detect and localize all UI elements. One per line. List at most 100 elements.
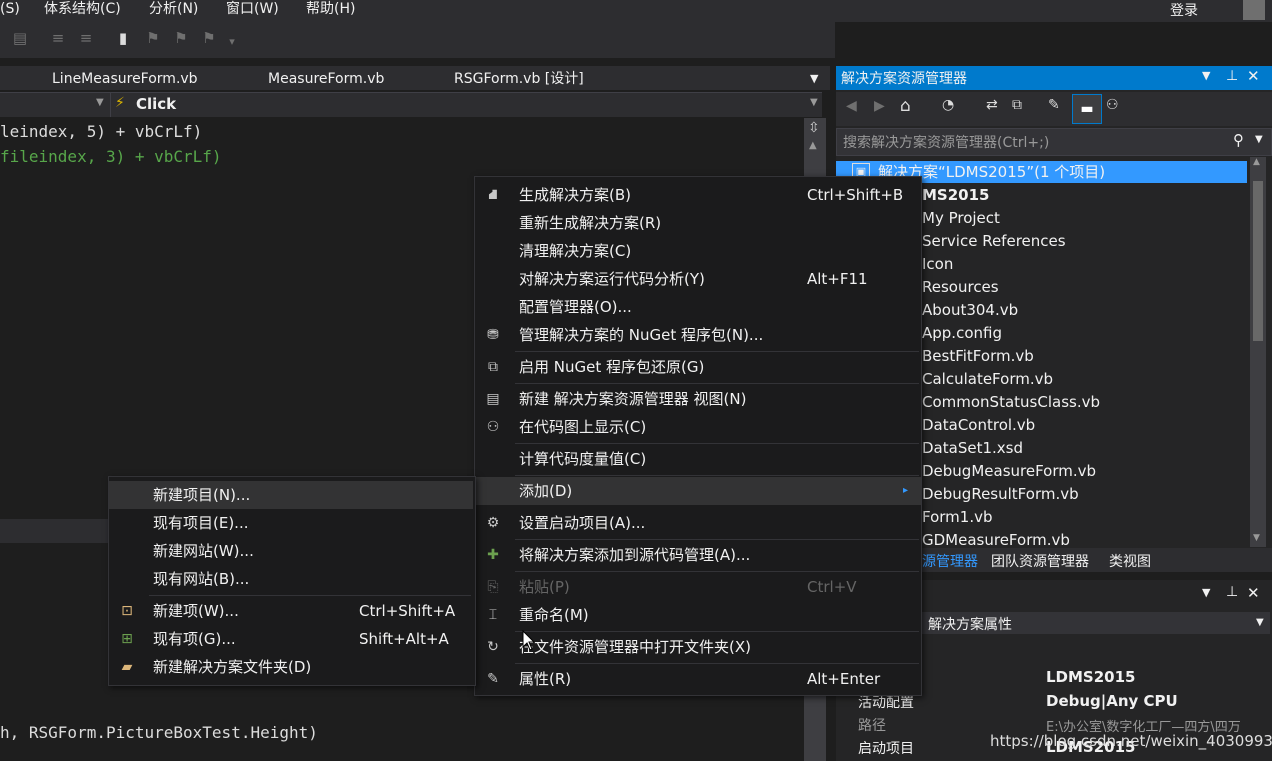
tree-item[interactable]: App.config <box>922 322 1002 344</box>
split-icon[interactable]: ⇳ <box>808 120 820 136</box>
menu-paste[interactable]: ⎘ 粘贴(P) Ctrl+V <box>475 573 921 601</box>
tree-item[interactable]: Resources <box>922 276 999 298</box>
menu-build-solution[interactable]: ⛘ 生成解决方案(B) Ctrl+Shift+B <box>475 181 921 209</box>
menu-item-analyze[interactable]: 分析(N) <box>149 0 198 20</box>
login-link[interactable]: 登录 <box>1170 2 1198 22</box>
tree-item[interactable]: Form1.vb <box>922 506 993 528</box>
submenu-existing-website[interactable]: 现有网站(B)... <box>109 565 473 593</box>
method-dropdown[interactable]: Click <box>136 95 176 113</box>
tab-rsgform-design[interactable]: RSGForm.vb [设计] <box>454 68 584 90</box>
prev-bookmark-icon[interactable]: ⚑ <box>143 28 163 48</box>
home-icon[interactable]: ⌂ <box>900 96 911 116</box>
collapse-icon[interactable]: ⧉ <box>1012 97 1022 113</box>
menu-nuget-restore[interactable]: ⧉ 启用 NuGet 程序包还原(G) <box>475 353 921 381</box>
tab-dropdown-icon[interactable]: ▼ <box>810 68 818 90</box>
tree-item[interactable]: My Project <box>922 207 1000 229</box>
tree-item[interactable]: DebugResultForm.vb <box>922 483 1079 505</box>
uncomment-icon[interactable]: ≡ <box>76 28 96 48</box>
panel-menu-icon[interactable]: ▼ <box>1202 69 1210 82</box>
method-dropdown-icon[interactable]: ▼ <box>810 97 818 108</box>
tree-item[interactable]: CommonStatusClass.vb <box>922 391 1100 413</box>
clear-bookmark-icon[interactable]: ⚑ <box>199 28 219 48</box>
submenu-new-item[interactable]: ⊡ 新建项(W)... Ctrl+Shift+A <box>109 597 473 625</box>
menu-separator <box>149 595 471 596</box>
nuget-restore-icon: ⧉ <box>488 359 498 375</box>
tree-item[interactable]: DataSet1.xsd <box>922 437 1023 459</box>
tab-solution-explorer[interactable]: 源管理器 <box>922 551 978 571</box>
panel-menu-icon[interactable]: ▼ <box>1202 586 1210 599</box>
menu-label: 新建 解决方案资源管理器 视图(N) <box>519 390 747 408</box>
menu-shortcut: Ctrl+V <box>807 578 857 596</box>
tab-team-explorer[interactable]: 团队资源管理器 <box>991 551 1089 571</box>
menu-separator <box>515 383 919 384</box>
nuget-icon: ⛃ <box>487 327 499 343</box>
user-avatar-icon[interactable] <box>1243 0 1265 20</box>
properties-icon[interactable]: ✎ <box>1048 97 1060 113</box>
pin-icon[interactable]: ⊥ <box>1226 68 1238 84</box>
submenu-existing-project[interactable]: 现有项目(E)... <box>109 509 473 537</box>
scroll-up-icon[interactable]: ▲ <box>1253 157 1260 167</box>
submenu-new-solution-folder[interactable]: ▰ 新建解决方案文件夹(D) <box>109 653 473 681</box>
submenu-new-project[interactable]: 新建项目(N)... <box>109 481 473 509</box>
close-icon[interactable]: ✕ <box>1247 584 1260 602</box>
tree-item[interactable]: Icon <box>922 253 953 275</box>
toolbar-overflow-icon[interactable]: ▾ <box>222 32 242 52</box>
code-map-toolbar-icon[interactable]: ⚇ <box>1106 97 1119 113</box>
bookmark-icon[interactable]: ▮ <box>113 28 133 48</box>
back-icon[interactable]: ◀ <box>846 98 857 114</box>
tree-item[interactable]: About304.vb <box>922 299 1018 321</box>
comment-icon[interactable]: ≡ <box>48 28 68 48</box>
menu-configuration-manager[interactable]: 配置管理器(O)... <box>475 293 921 321</box>
tab-linemeasureform[interactable]: LineMeasureForm.vb <box>52 68 198 90</box>
menu-item-architecture[interactable]: 体系结构(C) <box>44 0 121 20</box>
tree-item-project[interactable]: MS2015 <box>922 184 989 206</box>
search-input[interactable]: 搜索解决方案资源管理器(Ctrl+;) <box>843 132 1049 152</box>
tree-item[interactable]: BestFitForm.vb <box>922 345 1034 367</box>
watermark-text: https://blog.csdn.net/weixin_40309932 <box>990 732 1272 750</box>
tab-measureform[interactable]: MeasureForm.vb <box>268 68 384 90</box>
menu-item-window[interactable]: 窗口(W) <box>226 0 279 20</box>
menu-item-s[interactable]: (S) <box>0 0 20 20</box>
menu-clean-solution[interactable]: 清理解决方案(C) <box>475 237 921 265</box>
menu-rename[interactable]: ⌶ 重命名(M) <box>475 601 921 629</box>
menu-show-on-code-map[interactable]: ⚇ 在代码图上显示(C) <box>475 413 921 441</box>
menu-properties[interactable]: ✎ 属性(R) Alt+Enter <box>475 665 921 693</box>
submenu-arrow-icon: ▸ <box>903 485 909 496</box>
tree-item[interactable]: CalculateForm.vb <box>922 368 1053 390</box>
menu-manage-nuget[interactable]: ⛃ 管理解决方案的 NuGet 程序包(N)... <box>475 321 921 349</box>
menu-open-in-explorer[interactable]: ↻ 在文件资源管理器中打开文件夹(X) <box>475 633 921 661</box>
tab-class-view[interactable]: 类视图 <box>1109 551 1151 571</box>
indent-icon[interactable]: ▤ <box>10 28 30 48</box>
menu-add[interactable]: 添加(D) ▸ <box>475 477 921 505</box>
sync-icon[interactable]: ⇄ <box>986 97 998 113</box>
scroll-down-icon[interactable]: ▼ <box>1253 533 1260 543</box>
search-icon[interactable]: ⚲ <box>1233 131 1244 149</box>
tree-item[interactable]: DataControl.vb <box>922 414 1035 436</box>
search-options-icon[interactable]: ▼ <box>1255 134 1263 145</box>
menu-new-explorer-view[interactable]: ▤ 新建 解决方案资源管理器 视图(N) <box>475 385 921 413</box>
submenu-new-website[interactable]: 新建网站(W)... <box>109 537 473 565</box>
menu-add-to-source-control[interactable]: ✚ 将解决方案添加到源代码管理(A)... <box>475 541 921 569</box>
history-icon[interactable]: ◔ <box>942 97 954 113</box>
tree-item[interactable]: Service References <box>922 230 1066 252</box>
close-icon[interactable]: ✕ <box>1247 67 1260 85</box>
forward-icon[interactable]: ▶ <box>874 98 885 114</box>
submenu-existing-item[interactable]: ⊞ 现有项(G)... Shift+Alt+A <box>109 625 473 653</box>
menu-label: 新建项目(N)... <box>153 486 251 504</box>
menu-item-help[interactable]: 帮助(H) <box>306 0 355 20</box>
next-bookmark-icon[interactable]: ⚑ <box>171 28 191 48</box>
menu-code-analysis[interactable]: 对解决方案运行代码分析(Y) Alt+F11 <box>475 265 921 293</box>
menu-set-startup[interactable]: ⚙ 设置启动项目(A)... <box>475 509 921 537</box>
tree-item[interactable]: DebugMeasureForm.vb <box>922 460 1096 482</box>
menu-calculate-metrics[interactable]: 计算代码度量值(C) <box>475 445 921 473</box>
solution-scrollbar[interactable]: ▲ ▼ <box>1250 157 1266 547</box>
preview-icon[interactable]: ▬ <box>1072 94 1102 124</box>
add-submenu: 新建项目(N)... 现有项目(E)... 新建网站(W)... 现有网站(B)… <box>108 476 476 686</box>
solution-search[interactable]: 搜索解决方案资源管理器(Ctrl+;) ⚲ ▼ <box>836 128 1272 156</box>
dropdown-icon[interactable]: ▼ <box>1256 617 1264 628</box>
scroll-up-icon[interactable]: ▲ <box>809 140 817 151</box>
pin-icon[interactable]: ⊥ <box>1226 584 1238 600</box>
scroll-thumb[interactable] <box>1253 181 1263 341</box>
menu-rebuild-solution[interactable]: 重新生成解决方案(R) <box>475 209 921 237</box>
class-dropdown-icon[interactable]: ▼ <box>96 97 104 108</box>
